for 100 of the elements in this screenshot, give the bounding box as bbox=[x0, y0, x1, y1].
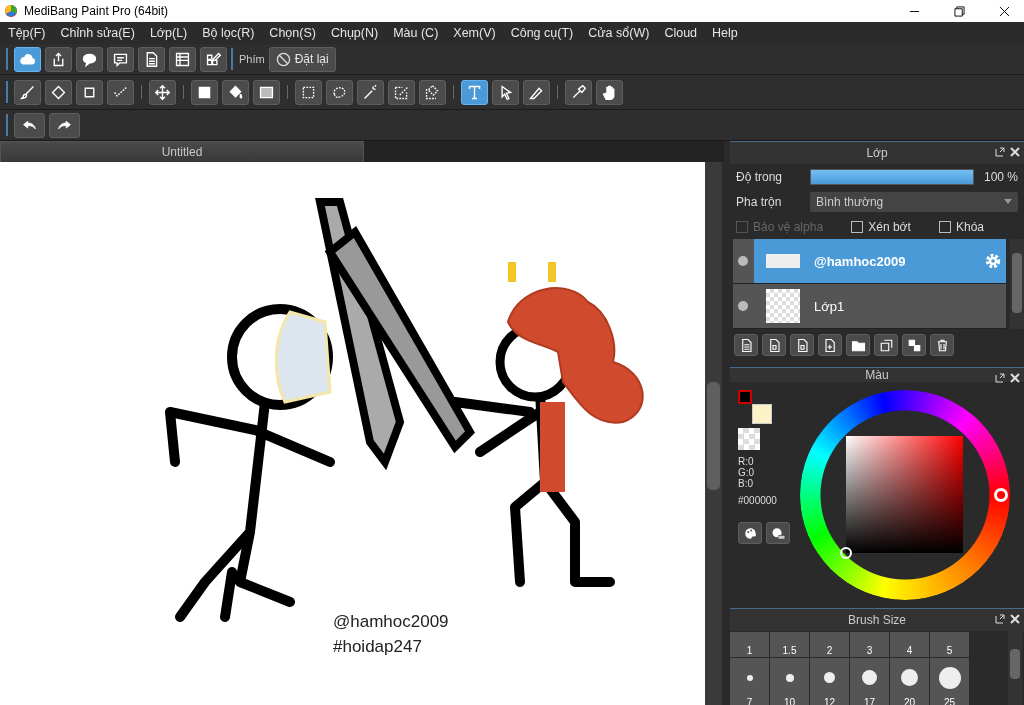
menu-item[interactable]: Công cụ(T) bbox=[506, 26, 583, 40]
tool-button[interactable] bbox=[357, 79, 384, 105]
tool-button[interactable] bbox=[565, 79, 592, 105]
layer-tool-button[interactable] bbox=[734, 334, 758, 356]
hue-marker[interactable] bbox=[994, 488, 1008, 502]
rgb-value: B:0 bbox=[738, 478, 754, 489]
tool-button[interactable] bbox=[295, 79, 322, 105]
vertical-scrollbar[interactable] bbox=[705, 162, 722, 705]
brush-size-cell[interactable]: 1.5 bbox=[770, 632, 809, 657]
palette-button[interactable] bbox=[738, 522, 762, 544]
layer-tool-button[interactable] bbox=[874, 334, 898, 356]
tool-button[interactable] bbox=[253, 79, 280, 105]
color-marker[interactable] bbox=[840, 547, 852, 559]
restore-icon[interactable] bbox=[954, 5, 965, 17]
menu-item[interactable]: Xem(V) bbox=[449, 26, 505, 40]
opacity-slider[interactable] bbox=[811, 169, 973, 184]
layer-tool-button[interactable] bbox=[846, 334, 870, 356]
option-checkbox[interactable]: Xén bớt bbox=[851, 219, 911, 234]
menu-item[interactable]: Cửa sổ(W) bbox=[584, 26, 659, 40]
popout-icon[interactable] bbox=[995, 147, 1005, 157]
layer-tool-button[interactable] bbox=[818, 334, 842, 356]
menu-item[interactable]: Cloud bbox=[660, 26, 707, 40]
tool-button[interactable] bbox=[14, 79, 41, 105]
tool-button[interactable] bbox=[76, 79, 103, 105]
layer-tool-button[interactable] bbox=[902, 334, 926, 356]
layer-name: Lớp1 bbox=[814, 298, 846, 314]
eraser-icon bbox=[50, 83, 67, 101]
brush-size-cell[interactable]: 3 bbox=[850, 632, 889, 657]
visibility-dot-icon[interactable] bbox=[738, 301, 748, 311]
menu-item[interactable]: Chọn(S) bbox=[265, 26, 325, 40]
brush-dot-icon bbox=[862, 670, 877, 685]
brush-size-label: 4 bbox=[906, 645, 913, 656]
layer-thumbnail bbox=[766, 289, 800, 323]
tool-button[interactable] bbox=[523, 79, 550, 105]
shortcut-label: Phím bbox=[239, 53, 265, 65]
blend-dropdown[interactable]: Bình thường bbox=[810, 191, 1018, 212]
history-button[interactable] bbox=[14, 112, 45, 138]
brush-size-cell[interactable]: 2 bbox=[810, 632, 849, 657]
visibility-dot-icon[interactable] bbox=[738, 256, 748, 266]
popout-icon[interactable] bbox=[995, 373, 1005, 383]
menu-item[interactable]: Bộ lọc(R) bbox=[198, 26, 264, 40]
brush-size-cell[interactable]: 5 bbox=[930, 632, 969, 657]
settings-icon[interactable] bbox=[984, 252, 1002, 270]
tool-button[interactable] bbox=[461, 79, 488, 105]
saturation-value-square[interactable] bbox=[846, 436, 963, 553]
tool-button[interactable] bbox=[222, 79, 249, 105]
layer-name: @hamhoc2009 bbox=[814, 253, 907, 269]
toolbar-button[interactable] bbox=[107, 46, 134, 72]
merge-icon bbox=[906, 337, 922, 353]
brush-dot-icon bbox=[785, 673, 794, 682]
toolbar-button[interactable] bbox=[138, 46, 165, 72]
panel-title: Brush Size bbox=[848, 613, 906, 627]
toolbar-button[interactable] bbox=[76, 46, 103, 72]
rgb-value: G:0 bbox=[738, 467, 756, 478]
palette-icon bbox=[742, 525, 758, 541]
opacity-value: 100 % bbox=[982, 169, 1018, 184]
layer-scrollbar[interactable] bbox=[1010, 239, 1024, 329]
selection-eraser-icon bbox=[424, 83, 441, 101]
tool-button[interactable] bbox=[596, 79, 623, 105]
tool-button[interactable] bbox=[326, 79, 353, 105]
menu-item[interactable]: Chỉnh sửa(E) bbox=[56, 26, 144, 40]
history-button[interactable] bbox=[49, 112, 80, 138]
palette-settings-button[interactable] bbox=[766, 522, 790, 544]
brush-scrollbar[interactable] bbox=[1008, 631, 1022, 705]
menu-item[interactable]: Tệp(F) bbox=[4, 26, 55, 40]
foreground-color-swatch[interactable] bbox=[738, 390, 752, 404]
tool-button[interactable] bbox=[191, 79, 218, 105]
brush-size-label: 3 bbox=[866, 645, 873, 656]
layer-tool-button[interactable] bbox=[790, 334, 814, 356]
tool-button[interactable] bbox=[419, 79, 446, 105]
canvas-text: #hoidap247 bbox=[333, 637, 422, 657]
tool-button[interactable] bbox=[388, 79, 415, 105]
layer-row[interactable]: Lớp1 bbox=[733, 284, 1006, 329]
brush-size-cell[interactable]: 4 bbox=[890, 632, 929, 657]
option-checkbox[interactable]: Khóa bbox=[938, 219, 984, 234]
toolbar-button[interactable] bbox=[169, 46, 196, 72]
layer-tool-button[interactable] bbox=[762, 334, 786, 356]
tool-button[interactable] bbox=[45, 79, 72, 105]
menu-item[interactable]: Help bbox=[708, 26, 747, 40]
hex-value: #000000 bbox=[738, 495, 778, 506]
reset-button[interactable]: Đặt lại bbox=[268, 46, 336, 72]
popout-icon[interactable] bbox=[995, 614, 1005, 624]
toolbar-button[interactable] bbox=[14, 46, 41, 72]
toolbar-button[interactable] bbox=[200, 46, 227, 72]
panel-title: Màu bbox=[865, 368, 889, 382]
transparent-swatch[interactable] bbox=[738, 428, 760, 450]
tool-button[interactable] bbox=[492, 79, 519, 105]
layer-tool-button[interactable] bbox=[930, 334, 954, 356]
menu-item[interactable]: Chụp(N) bbox=[326, 26, 388, 40]
background-color-swatch[interactable] bbox=[752, 404, 772, 424]
document-tab[interactable]: Untitled bbox=[0, 141, 364, 162]
brush-dot-icon bbox=[824, 672, 835, 683]
close-icon[interactable] bbox=[999, 5, 1010, 17]
canvas[interactable]: @hamhoc2009 #hoidap247 bbox=[0, 162, 705, 705]
tool-button[interactable] bbox=[149, 79, 176, 105]
brush-size-cell[interactable]: 1 bbox=[730, 632, 769, 657]
toolbar-button[interactable] bbox=[45, 46, 72, 72]
menu-item[interactable]: Màu (C) bbox=[389, 26, 448, 40]
menu-item[interactable]: Lớp(L) bbox=[145, 26, 197, 40]
caret-icon bbox=[1004, 199, 1012, 204]
